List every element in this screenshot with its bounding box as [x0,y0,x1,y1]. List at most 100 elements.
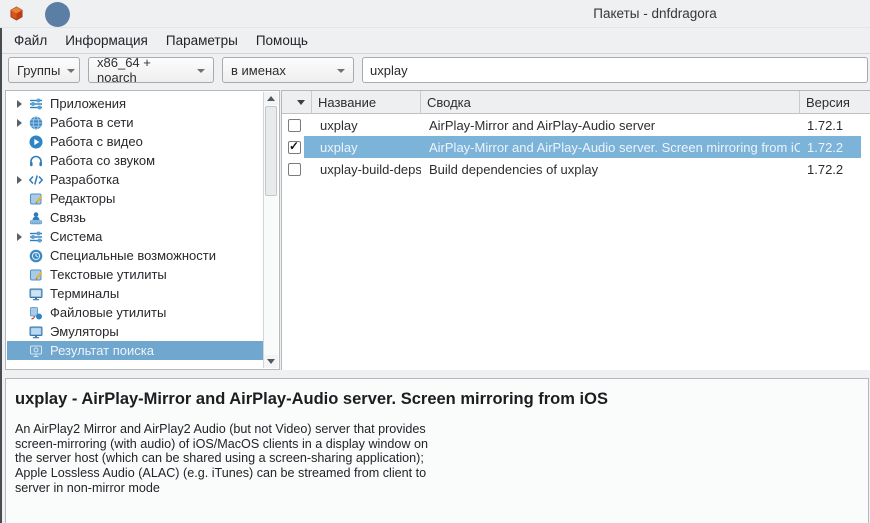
package-details-title: uxplay - AirPlay-Mirror and AirPlay-Audi… [15,390,858,409]
package-version: 1.72.2 [800,162,870,177]
sidebar-item[interactable]: Работа в сети [7,113,263,132]
sidebar-item-label: Работа в сети [50,115,134,130]
app-circle-icon [45,2,70,27]
search-input[interactable] [362,57,868,83]
row-checkbox[interactable]: ✓ [288,163,301,176]
search-result-icon [27,343,44,359]
sidebar-item-label: Результат поиска [50,343,154,358]
menu-information[interactable]: Информация [56,28,157,53]
titlebar: Пакеты - dnfdragora [0,0,870,28]
package-version: 1.72.1 [800,118,870,133]
filter-toolbar: Группы x86_64 + noarch в именах [0,54,870,86]
expand-arrow-icon[interactable] [12,100,27,108]
sidebar-item-label: Разработка [50,172,119,187]
chevron-down-icon [67,69,75,73]
search-scope-value: в именах [231,63,286,78]
package-summary: AirPlay-Mirror and AirPlay-Audio server.… [421,140,800,155]
scroll-down-button[interactable] [264,355,278,368]
sidebar-item[interactable]: Работа с видео [7,132,263,151]
code-icon [27,172,44,188]
chevron-down-icon [337,69,345,73]
video-play-icon [27,134,44,150]
headphones-icon [27,153,44,169]
globe-icon [27,115,44,131]
sidebar-item[interactable]: Редакторы [7,189,263,208]
notepad-icon [27,267,44,283]
arrow-up-icon [267,96,275,101]
package-description: An AirPlay2 Mirror and AirPlay2 Audio (b… [15,422,858,496]
sidebar-item[interactable]: Приложения [7,94,263,113]
menu-options[interactable]: Параметры [157,28,247,53]
emulator-icon [27,324,44,340]
sidebar-item-label: Работа со звуком [50,153,155,168]
package-version: 1.72.2 [800,140,870,155]
package-summary: Build dependencies of uxplay [421,162,800,177]
dnfdragora-logo-icon [9,6,24,26]
menubar: Файл Информация Параметры Помощь [0,28,870,54]
package-table: Название Сводка Версия ✓ uxplayAirPlay-Mi… [281,90,870,370]
sidebar-item-label: Терминалы [50,286,119,301]
package-details-panel: uxplay - AirPlay-Mirror and AirPlay-Audi… [5,378,869,523]
category-sidebar: Приложения Работа в сети Работа с видео Раб… [5,90,280,370]
row-checkbox-cell: ✓ [282,163,312,176]
window-title: Пакеты - dnfdragora [593,6,717,21]
sidebar-item[interactable]: Файловые утилиты [7,303,263,322]
expand-arrow-icon[interactable] [12,233,27,241]
chevron-down-icon [197,69,205,73]
sidebar-item[interactable]: Система [7,227,263,246]
sidebar-item-label: Редакторы [50,191,115,206]
sidebar-item-label: Связь [50,210,86,225]
row-checkbox[interactable]: ✓ [288,119,301,132]
sidebar-item[interactable]: Работа со звуком [7,151,263,170]
sidebar-item-label: Приложения [50,96,126,111]
row-checkbox-cell: ✓ [282,119,312,132]
expand-arrow-icon[interactable] [12,176,27,184]
arch-select-value: x86_64 + noarch [97,55,190,85]
scroll-up-button[interactable] [264,92,278,105]
table-row[interactable]: ✓ uxplayAirPlay-Mirror and AirPlay-Audio … [282,136,870,158]
column-header-version[interactable]: Версия [800,91,870,114]
scrollbar-thumb[interactable] [265,106,277,196]
sidebar-item[interactable]: Связь [7,208,263,227]
table-header: Название Сводка Версия [282,91,870,114]
menu-file[interactable]: Файл [5,28,56,53]
package-name: uxplay-build-deps [312,162,421,177]
sidebar-item-label: Работа с видео [50,134,143,149]
sidebar-item[interactable]: Результат поиска [7,341,263,360]
column-header-name[interactable]: Название [312,91,421,114]
sliders-icon [27,229,44,245]
category-tree: Приложения Работа в сети Работа с видео Раб… [7,92,263,368]
sidebar-item-label: Система [50,229,102,244]
arrow-down-icon [267,359,275,364]
table-row[interactable]: ✓uxplayAirPlay-Mirror and AirPlay-Audio … [282,114,870,136]
groups-select[interactable]: Группы [8,57,80,83]
sidebar-item[interactable]: Разработка [7,170,263,189]
column-header-summary[interactable]: Сводка [421,91,800,114]
expand-arrow-icon[interactable] [12,119,27,127]
checkmark-icon: ✓ [289,141,299,153]
sidebar-item[interactable]: Специальные возможности [7,246,263,265]
dnfdragora-window: Пакеты - dnfdragora Файл Информация Пара… [0,0,870,523]
menu-help[interactable]: Помощь [247,28,317,53]
sidebar-item[interactable]: Текстовые утилиты [7,265,263,284]
sidebar-scrollbar[interactable] [263,92,278,368]
select-all-dropdown[interactable] [282,91,312,114]
row-checkbox[interactable]: ✓ [288,141,301,154]
sidebar-item[interactable]: Эмуляторы [7,322,263,341]
table-row[interactable]: ✓ uxplay-build-depsBuild dependencies of … [282,158,870,180]
window-left-border [0,28,2,523]
package-name: uxplay [312,140,421,155]
search-scope-select[interactable]: в именах [222,57,354,83]
groups-select-value: Группы [17,63,60,78]
terminal-icon [27,286,44,302]
arch-select[interactable]: x86_64 + noarch [88,57,214,83]
sidebar-item[interactable]: Терминалы [7,284,263,303]
accessibility-icon [27,248,44,264]
sidebar-item-label: Файловые утилиты [50,305,166,320]
sidebar-item-label: Специальные возможности [50,248,216,263]
package-name: uxplay [312,118,421,133]
table-body: ✓ uxplayAirPlay-Mirror and AirPlay-Audio … [282,114,870,180]
file-utils-icon [27,305,44,321]
dropdown-triangle-icon [297,100,305,105]
communication-icon [27,210,44,226]
